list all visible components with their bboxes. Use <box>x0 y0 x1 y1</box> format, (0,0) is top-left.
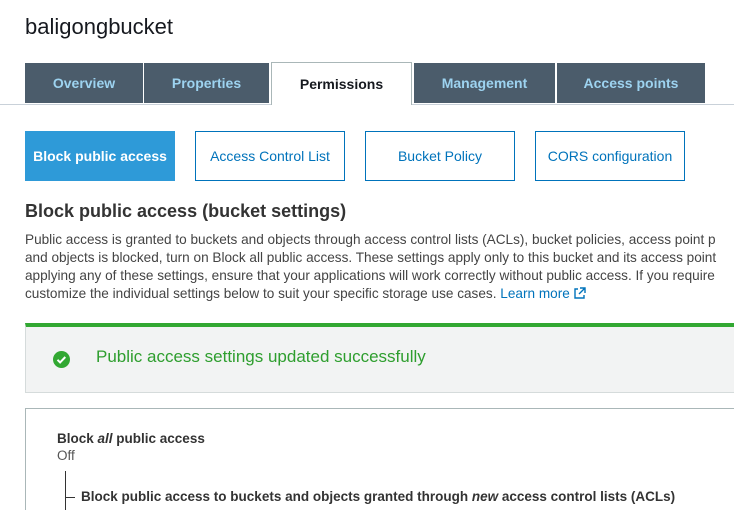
subtab-bucket-policy[interactable]: Bucket Policy <box>365 131 515 181</box>
description-line-last: customize the individual settings below … <box>25 285 734 303</box>
block-all-suffix: public access <box>112 431 205 446</box>
external-link-icon <box>574 287 586 299</box>
tab-permissions[interactable]: Permissions <box>271 62 412 105</box>
tab-access-points[interactable]: Access points <box>557 63 705 103</box>
subtab-block-public-access[interactable]: Block public access <box>25 131 175 181</box>
bucket-title: baligongbucket <box>25 14 174 39</box>
check-circle-icon <box>53 351 70 368</box>
block-all-value: Off <box>57 448 75 463</box>
block-new-acl-prefix: Block public access to buckets and objec… <box>81 489 472 504</box>
description-line-text: customize the individual settings below … <box>25 286 497 301</box>
block-all-title: Block all public access <box>57 431 205 446</box>
description-line: and objects is blocked, turn on Block al… <box>25 250 717 265</box>
tree-line <box>65 471 66 510</box>
subtab-cors-configuration[interactable]: CORS configuration <box>535 131 685 181</box>
subtab-access-control-list[interactable]: Access Control List <box>195 131 345 181</box>
tab-overview[interactable]: Overview <box>25 63 143 103</box>
tab-properties[interactable]: Properties <box>144 63 269 103</box>
description-line: Public access is granted to buckets and … <box>25 232 716 247</box>
section-title: Block public access (bucket settings) <box>25 201 347 221</box>
tab-management[interactable]: Management <box>414 63 555 103</box>
block-public-access-settings: Block all public access Off Block public… <box>25 408 734 510</box>
block-new-acl-emph: new <box>471 489 499 504</box>
description-line: applying any of these settings, ensure t… <box>25 268 715 283</box>
block-all-prefix: Block <box>57 431 98 446</box>
flash-message: Public access settings updated successfu… <box>96 347 426 366</box>
learn-more-label: Learn more <box>500 286 570 301</box>
learn-more-link[interactable]: Learn more <box>500 286 586 301</box>
block-new-acl-suffix: access control lists (ACLs) <box>498 489 676 504</box>
section-description: Public access is granted to buckets and … <box>25 231 734 303</box>
block-new-acl-title: Block public access to buckets and objec… <box>81 489 675 504</box>
block-all-emph: all <box>97 431 113 446</box>
success-flash: Public access settings updated successfu… <box>25 323 734 393</box>
tree-branch <box>65 497 75 498</box>
